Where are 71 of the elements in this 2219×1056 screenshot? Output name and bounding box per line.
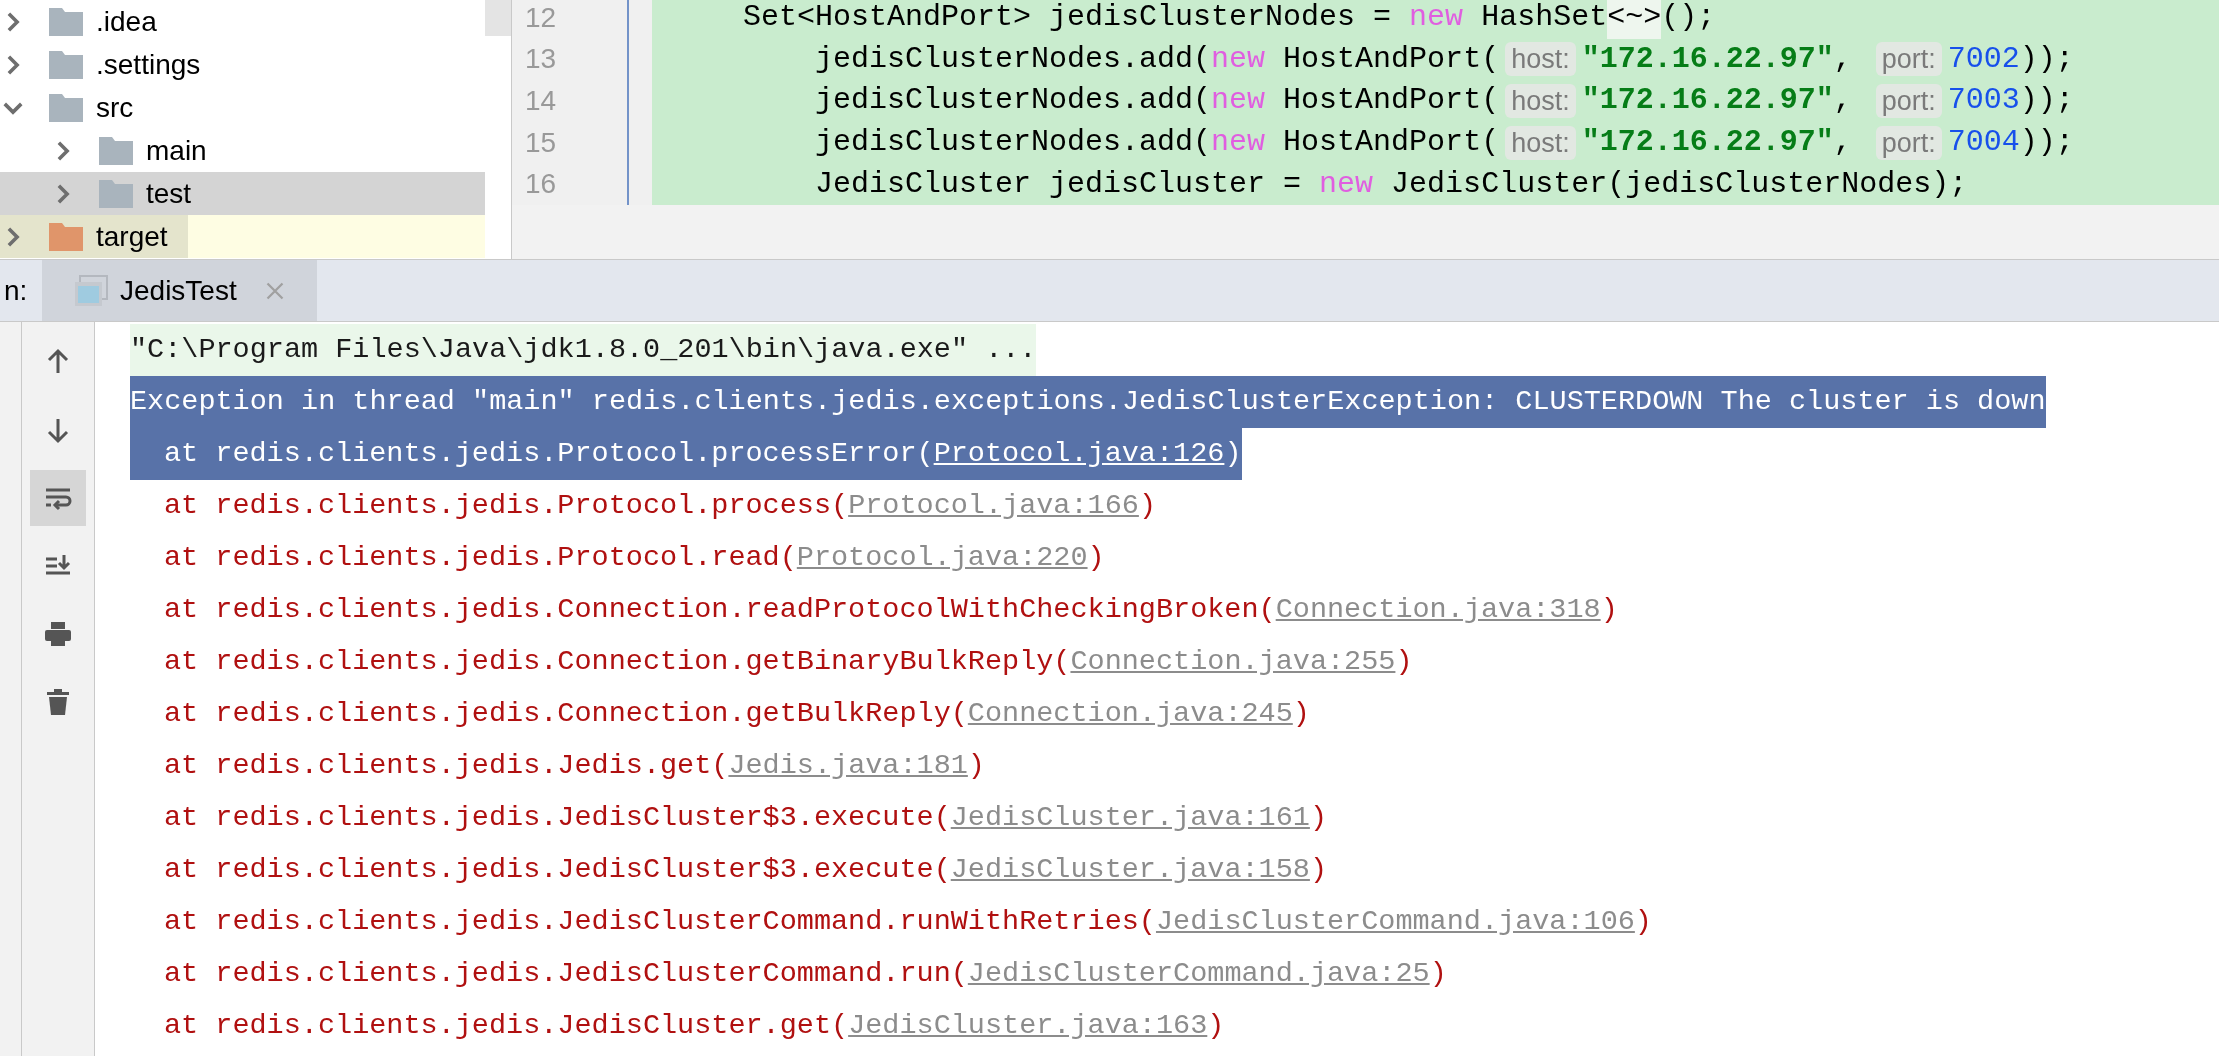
console-line: ) bbox=[1429, 955, 1447, 992]
source-link[interactable]: JedisCluster.java:163 bbox=[848, 1004, 1208, 1048]
folder-name: .idea bbox=[96, 4, 157, 39]
source-link[interactable]: JedisClusterCommand.java:25 bbox=[967, 952, 1430, 996]
console-line: at redis.clients.jedis.JedisCluster$3.execute( bbox=[164, 799, 951, 836]
source-link[interactable]: Jedis.java:181 bbox=[728, 744, 968, 788]
source-link[interactable]: JedisCluster.java:161 bbox=[950, 796, 1310, 840]
console-line: Exception in thread "main" redis.clients.jedis.exceptions.JedisClusterException: CLUSTERDOWN The cluster is down bbox=[130, 383, 2046, 420]
console-line: ) bbox=[1395, 643, 1413, 680]
console-line: ) bbox=[1138, 487, 1156, 524]
console-line: ) bbox=[1292, 695, 1310, 732]
folder-name: main bbox=[146, 133, 207, 168]
source-link[interactable]: Connection.java:245 bbox=[967, 692, 1293, 736]
tree-item[interactable]: src bbox=[0, 86, 485, 129]
folder-name: test bbox=[146, 176, 192, 211]
soft-wrap-icon[interactable] bbox=[30, 470, 86, 526]
tree-item[interactable]: main bbox=[0, 129, 485, 172]
line-number: 16 bbox=[525, 167, 557, 202]
console-line: at redis.clients.jedis.JedisCluster$3.execute( bbox=[164, 851, 951, 888]
console-line: at redis.clients.jedis.Jedis.get( bbox=[164, 747, 729, 784]
scrollbar-thumb[interactable] bbox=[485, 0, 511, 36]
console-line: at redis.clients.jedis.JedisClusterCommand.run( bbox=[164, 955, 968, 992]
console-line: ) bbox=[967, 747, 985, 784]
source-link[interactable]: Protocol.java:126 bbox=[933, 432, 1225, 476]
folder-icon bbox=[48, 6, 84, 37]
console-line: ) bbox=[1087, 539, 1105, 576]
tree-item[interactable]: .idea bbox=[0, 0, 485, 43]
line-number: 14 bbox=[525, 84, 557, 118]
source-link[interactable]: Connection.java:255 bbox=[1070, 640, 1396, 684]
source-link[interactable]: JedisCluster.java:158 bbox=[950, 848, 1310, 892]
console-line: ) bbox=[1634, 903, 1652, 940]
tree-item[interactable]: test bbox=[0, 172, 485, 215]
console-line: at redis.clients.jedis.JedisClusterCommand.runWithRetries( bbox=[164, 903, 1156, 940]
code-line: jedisClusterNodes.add(new HostAndPort( host: "172.16.22.97", port: 7003)); bbox=[814, 82, 2074, 120]
code-line: jedisClusterNodes.add(new HostAndPort( host: "172.16.22.97", port: 7004)); bbox=[814, 124, 2074, 162]
folder-icon bbox=[48, 221, 84, 252]
code-line: JedisCluster jedisCluster = new JedisCluster(jedisClusterNodes); bbox=[814, 165, 1968, 203]
console-line: ) bbox=[1309, 851, 1327, 888]
console-line: at redis.clients.jedis.Protocol.process( bbox=[164, 487, 849, 524]
console-line: ) bbox=[1309, 799, 1327, 836]
panel-label: n: bbox=[3, 273, 29, 308]
line-number: 13 bbox=[525, 42, 557, 77]
console-line: ) bbox=[1207, 1007, 1225, 1044]
folder-icon bbox=[98, 135, 134, 166]
console-line: at redis.clients.jedis.JedisCluster.get( bbox=[164, 1007, 849, 1044]
console-line: ) bbox=[1224, 435, 1242, 472]
source-link[interactable]: Protocol.java:220 bbox=[796, 536, 1088, 580]
run-tab[interactable]: JedisTest bbox=[42, 260, 317, 321]
folder-name: target bbox=[96, 219, 168, 254]
folder-icon bbox=[48, 92, 84, 123]
folder-icon bbox=[48, 49, 84, 80]
console-line: at redis.clients.jedis.Connection.readProtocolWithCheckingBroken( bbox=[164, 591, 1276, 628]
folder-name: src bbox=[96, 90, 134, 125]
source-link[interactable]: Protocol.java:166 bbox=[848, 484, 1139, 528]
source-link[interactable]: JedisClusterCommand.java:106 bbox=[1155, 900, 1635, 944]
line-number: 15 bbox=[525, 125, 557, 160]
tree-item[interactable]: .settings bbox=[0, 43, 485, 86]
console-line: at redis.clients.jedis.Connection.getBulkReply( bbox=[164, 695, 968, 732]
console-line: at redis.clients.jedis.Protocol.processError( bbox=[164, 435, 934, 472]
console-line: at redis.clients.jedis.Protocol.read( bbox=[164, 539, 797, 576]
code-line: jedisClusterNodes.add(new HostAndPort( host: "172.16.22.97", port: 7002)); bbox=[814, 40, 2074, 79]
source-link[interactable]: Connection.java:318 bbox=[1275, 588, 1601, 632]
tree-item[interactable]: target bbox=[0, 215, 485, 258]
console-line: at redis.clients.jedis.Connection.getBinaryBulkReply( bbox=[164, 643, 1071, 680]
code-line: Set<HostAndPort> jedisClusterNodes = new HashSet<~>(); bbox=[743, 0, 1716, 41]
console-line: "C:\Program Files\Java\jdk1.8.0_201\bin\java.exe" ... bbox=[130, 331, 1037, 368]
window-icon bbox=[74, 274, 108, 307]
line-number: 12 bbox=[525, 0, 557, 35]
folder-icon bbox=[98, 178, 134, 209]
folder-name: .settings bbox=[96, 47, 201, 82]
console-line: ) bbox=[1600, 591, 1618, 628]
